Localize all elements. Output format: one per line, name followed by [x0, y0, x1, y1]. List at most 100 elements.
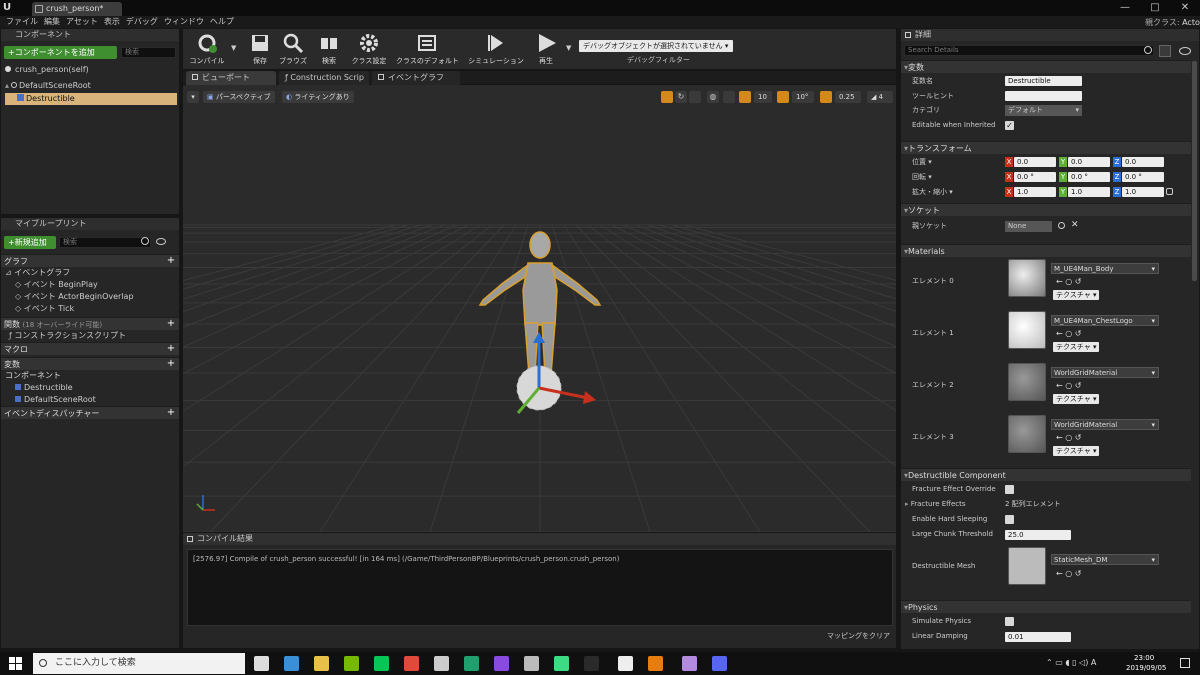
clock-date[interactable]: 2019/09/05: [1126, 664, 1166, 672]
variables-section[interactable]: 変数 +: [1, 357, 179, 370]
grid-snap-icon[interactable]: [739, 91, 751, 103]
simulation-button[interactable]: シミュレーション: [468, 30, 524, 68]
section-transform[interactable]: ▾トランスフォーム: [901, 141, 1191, 154]
fracture-effects-label[interactable]: ▸ Fracture Effects: [905, 497, 966, 512]
event-tick-item[interactable]: ◇ イベント Tick: [1, 303, 179, 315]
dispatchers-section[interactable]: イベントディスパッチャー +: [1, 406, 179, 419]
scale-x-field[interactable]: 1.0: [1014, 187, 1056, 197]
file-explorer-icon[interactable]: [314, 656, 329, 671]
unity-hub-icon[interactable]: [524, 656, 539, 671]
material-thumbnail[interactable]: [1008, 311, 1046, 349]
menu-item[interactable]: デバッグ: [126, 16, 158, 28]
menu-item[interactable]: 編集: [44, 16, 60, 28]
section-destructible[interactable]: ▾Destructible Component: [901, 468, 1191, 481]
section-materials[interactable]: ▾Materials: [901, 244, 1191, 257]
event-beginplay-item[interactable]: ◇ イベント BeginPlay: [1, 279, 179, 291]
discord-alt-icon[interactable]: [682, 656, 697, 671]
scale-tool-icon[interactable]: [689, 91, 701, 103]
maximize-button[interactable]: □: [1140, 0, 1170, 16]
tab-viewport[interactable]: ビューポート: [186, 71, 276, 85]
tab-event-graph[interactable]: イベントグラフ: [372, 71, 460, 85]
visibility-icon[interactable]: [156, 238, 166, 245]
category-dropdown[interactable]: デフォルト ▾: [1005, 105, 1082, 116]
rotation-label[interactable]: 回転 ▾: [912, 170, 932, 185]
menu-item[interactable]: 表示: [104, 16, 120, 28]
compile-options-chevron-icon[interactable]: ▼: [231, 44, 236, 52]
add-graph-icon[interactable]: +: [166, 256, 176, 266]
self-item[interactable]: crush_person(self): [5, 64, 89, 76]
visibility-icon[interactable]: [1179, 47, 1191, 55]
close-button[interactable]: ✕: [1170, 0, 1200, 16]
unreal-engine-icon[interactable]: [618, 656, 633, 671]
grid-view-icon[interactable]: [1159, 45, 1171, 57]
rotate-tool-icon[interactable]: ↻: [675, 91, 687, 103]
var-destructible[interactable]: Destructible: [1, 382, 179, 394]
new-add-button[interactable]: +新規追加: [4, 236, 56, 249]
macros-section[interactable]: マクロ +: [1, 342, 179, 355]
menu-item[interactable]: アセット: [66, 16, 98, 28]
functions-section[interactable]: 関数 (18 オーバーライド可能) +: [1, 317, 179, 330]
simulate-physics-checkbox[interactable]: [1005, 617, 1014, 626]
material-dropdown[interactable]: WorldGridMaterial ▾: [1051, 367, 1159, 378]
details-scrollbar[interactable]: [1192, 61, 1197, 281]
material-dropdown[interactable]: M_UE4Man_ChestLogo ▾: [1051, 315, 1159, 326]
grid-snap-value[interactable]: 10: [754, 91, 772, 103]
viewport-options-chevron-icon[interactable]: ▾: [187, 91, 199, 103]
components-category[interactable]: コンポーネント: [1, 370, 179, 382]
var-name-field[interactable]: Destructible: [1005, 76, 1082, 86]
compile-button[interactable]: コンパイル: [185, 30, 229, 68]
dest-mesh-thumbnail[interactable]: [1008, 547, 1046, 585]
texture-button[interactable]: テクスチャ ▾: [1053, 290, 1100, 300]
add-function-icon[interactable]: +: [166, 319, 176, 329]
tooltip-field[interactable]: [1005, 91, 1082, 101]
settings-icon[interactable]: [254, 656, 269, 671]
add-variable-icon[interactable]: +: [166, 359, 176, 369]
menu-item[interactable]: ファイル: [6, 16, 38, 28]
clear-icon[interactable]: ✕: [1071, 220, 1079, 230]
debug-object-dropdown[interactable]: デバッグオブジェクトが選択されていません ▾: [579, 40, 733, 52]
fracture-override-checkbox[interactable]: [1005, 485, 1014, 494]
event-overlap-item[interactable]: ◇ イベント ActorBeginOverlap: [1, 291, 179, 303]
find-button[interactable]: 検索: [313, 30, 345, 68]
visual-studio-icon[interactable]: [494, 656, 509, 671]
search-icon[interactable]: [1058, 222, 1065, 229]
save-button[interactable]: 保存: [244, 30, 276, 68]
location-z-field[interactable]: 0.0: [1122, 157, 1164, 167]
chrome-icon[interactable]: [404, 656, 419, 671]
lighting-button[interactable]: ◐ ライティングあり: [282, 91, 354, 103]
lock-icon[interactable]: [1166, 188, 1173, 195]
texture-button[interactable]: テクスチャ ▾: [1053, 446, 1100, 456]
material-actions[interactable]: ← ○ ↺: [1056, 329, 1081, 338]
scale-y-field[interactable]: 1.0: [1068, 187, 1110, 197]
nvidia-icon[interactable]: [344, 656, 359, 671]
material-thumbnail[interactable]: [1008, 259, 1046, 297]
world-space-icon[interactable]: ◍: [707, 91, 719, 103]
perspective-button[interactable]: ▣ パースペクティブ: [203, 91, 275, 103]
scale-label[interactable]: 拡大・縮小 ▾: [912, 185, 953, 200]
rotation-y-field[interactable]: 0.0 °: [1068, 172, 1110, 182]
scale-snap-icon[interactable]: [820, 91, 832, 103]
rotation-snap-value[interactable]: 10°: [792, 91, 814, 103]
viewport[interactable]: ▾ ▣ パースペクティブ ◐ ライティングあり ↻ ◍ 10 10° 0.25 …: [183, 85, 896, 532]
event-graph-item[interactable]: ⊿ イベントグラフ: [1, 267, 179, 279]
scale-z-field[interactable]: 1.0: [1122, 187, 1164, 197]
ue-logo-icon[interactable]: U: [3, 2, 15, 14]
taskbar-search-input[interactable]: ここに入力して検索: [33, 653, 245, 674]
graph-section[interactable]: グラフ +: [1, 254, 179, 267]
menu-item[interactable]: ウィンドウ: [164, 16, 204, 28]
search-icon[interactable]: [1144, 46, 1152, 54]
unity-icon[interactable]: [434, 656, 449, 671]
browse-button[interactable]: ブラウズ: [277, 30, 309, 68]
construction-script-item[interactable]: ƒ コンストラクションスクリプト: [1, 330, 179, 342]
section-variables[interactable]: ▾変数: [901, 60, 1191, 73]
class-defaults-button[interactable]: クラスのデフォルト: [396, 30, 459, 68]
rotation-snap-icon[interactable]: [777, 91, 789, 103]
material-dropdown[interactable]: WorldGridMaterial ▾: [1051, 419, 1159, 430]
editable-checkbox[interactable]: ✓: [1005, 121, 1014, 130]
location-x-field[interactable]: 0.0: [1014, 157, 1056, 167]
play-button[interactable]: 再生: [530, 30, 562, 68]
add-macro-icon[interactable]: +: [166, 344, 176, 354]
terminal-icon[interactable]: [464, 656, 479, 671]
line-icon[interactable]: [374, 656, 389, 671]
tray-icons[interactable]: ⌃ ▭ ◖ ▯ ◁) A: [1046, 658, 1096, 667]
